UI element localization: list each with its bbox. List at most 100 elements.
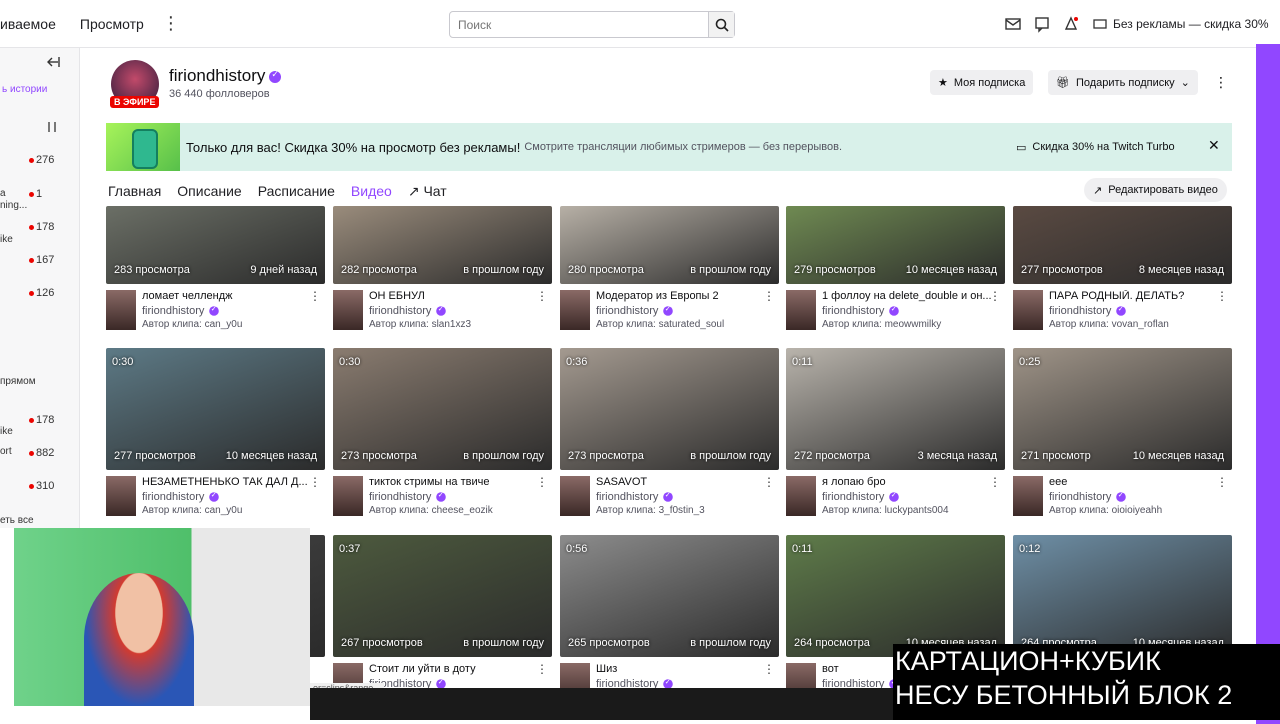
ad-free-icon xyxy=(1093,19,1107,29)
clip-channel[interactable]: firiondhistory xyxy=(142,305,220,317)
clip-more-icon[interactable]: ⋮ xyxy=(309,289,321,303)
turbo-discount-button[interactable]: ▭ Скидка 30% на Twitch Turbo xyxy=(1016,135,1175,159)
clip-channel[interactable]: firiondhistory xyxy=(369,491,447,503)
clip-more-icon[interactable]: ⋮ xyxy=(309,475,321,489)
clip-title[interactable]: 1 фоллоу на delete_double и он... xyxy=(822,290,992,302)
sidebar-channel-fragment[interactable]: ning... xyxy=(0,200,80,211)
verified-icon xyxy=(663,491,674,502)
nav-browse[interactable]: Просмотр xyxy=(80,16,144,32)
sidebar-channel-fragment[interactable]: ike xyxy=(0,426,80,437)
clip-channel-avatar[interactable] xyxy=(106,476,136,516)
clip-channel[interactable]: firiondhistory xyxy=(822,491,900,503)
clip-title[interactable]: ПАРА РОДНЫЙ. ДЕЛАТЬ? xyxy=(1049,290,1219,302)
subscription-button[interactable]: ★ Моя подписка xyxy=(930,70,1034,95)
search-button[interactable] xyxy=(708,12,734,37)
clip-channel-avatar[interactable] xyxy=(786,663,816,688)
clip-channel-avatar[interactable] xyxy=(560,663,590,688)
whispers-icon[interactable] xyxy=(1033,15,1051,33)
tab-about[interactable]: Описание xyxy=(177,183,241,203)
clip-thumbnail[interactable]: 0:36 273 просмотра в прошлом году xyxy=(560,348,779,470)
clip-title[interactable]: Шиз xyxy=(596,663,766,675)
inbox-icon[interactable] xyxy=(1004,15,1022,33)
clip-channel-avatar[interactable] xyxy=(560,476,590,516)
clip-more-icon[interactable]: ⋮ xyxy=(989,475,1001,489)
clip-title[interactable]: я лопаю бро xyxy=(822,476,992,488)
clip-thumbnail[interactable]: 0:11 264 просмотра 10 месяцев назад xyxy=(786,535,1005,657)
clip-channel[interactable]: firiondhistory xyxy=(596,491,674,503)
clip-thumbnail[interactable]: 0:30 273 просмотра в прошлом году xyxy=(333,348,552,470)
clip-thumbnail[interactable]: 0:56 265 просмотров в прошлом году xyxy=(560,535,779,657)
clip-channel[interactable]: firiondhistory xyxy=(1049,491,1127,503)
sidebar-label-stories[interactable]: ь истории xyxy=(2,84,82,95)
close-icon[interactable]: ✕ xyxy=(1208,137,1220,154)
clip-title[interactable]: Стоит ли уйти в доту xyxy=(369,663,539,675)
more-menu-icon[interactable]: ⋮ xyxy=(162,13,180,34)
collapse-sidebar-icon[interactable] xyxy=(46,56,60,68)
clip-channel[interactable]: firiondhistory xyxy=(369,305,447,317)
clip-channel-avatar[interactable] xyxy=(1013,290,1043,330)
clip-channel-avatar[interactable] xyxy=(333,290,363,330)
clip-title[interactable]: ломает челлендж xyxy=(142,290,312,302)
tab-videos[interactable]: Видео xyxy=(351,183,392,203)
clip-more-icon[interactable]: ⋮ xyxy=(763,289,775,303)
sort-icon[interactable] xyxy=(46,120,58,134)
clip-channel-avatar[interactable] xyxy=(106,290,136,330)
verified-icon xyxy=(269,69,282,83)
clip-channel[interactable]: firiondhistory xyxy=(1049,305,1127,317)
clip-thumbnail[interactable]: 283 просмотра 9 дней назад xyxy=(106,206,325,284)
clip-channel-avatar[interactable] xyxy=(560,290,590,330)
clip-thumbnail[interactable]: 0:37 267 просмотров в прошлом году xyxy=(333,535,552,657)
tab-schedule[interactable]: Расписание xyxy=(258,183,335,203)
clip-more-icon[interactable]: ⋮ xyxy=(763,475,775,489)
clip-title[interactable]: НЕЗАМЕТНЕНЬКО ТАК ДАЛ Д... xyxy=(142,476,312,488)
tab-chat[interactable]: ↗ Чат xyxy=(408,183,447,203)
clip-more-icon[interactable]: ⋮ xyxy=(536,475,548,489)
clip-thumbnail[interactable]: 282 просмотра в прошлом году xyxy=(333,206,552,284)
clip-channel[interactable]: firiondhistory xyxy=(822,678,900,688)
clip-duration: 0:30 xyxy=(112,356,134,368)
tab-home[interactable]: Главная xyxy=(108,183,161,203)
nav-following[interactable]: иваемое xyxy=(0,16,56,32)
clip-channel[interactable]: firiondhistory xyxy=(596,305,674,317)
clip-more-icon[interactable]: ⋮ xyxy=(536,289,548,303)
clip-channel-avatar[interactable] xyxy=(786,290,816,330)
clip-channel[interactable]: firiondhistory xyxy=(142,491,220,503)
clip-thumbnail[interactable]: 280 просмотра в прошлом году xyxy=(560,206,779,284)
clip-more-icon[interactable]: ⋮ xyxy=(536,662,548,676)
clip-thumbnail[interactable]: 0:11 272 просмотра 3 месяца назад xyxy=(786,348,1005,470)
gift-subscription-label: Подарить подписку xyxy=(1075,76,1175,89)
channel-more-icon[interactable]: ⋮ xyxy=(1214,74,1228,91)
clip-age: в прошлом году xyxy=(690,450,771,462)
prime-crown-icon[interactable] xyxy=(1062,15,1080,33)
clip-more-icon[interactable]: ⋮ xyxy=(1216,289,1228,303)
clip-channel-avatar[interactable] xyxy=(1013,476,1043,516)
clip-thumbnail[interactable]: 0:25 271 просмотр 10 месяцев назад xyxy=(1013,348,1232,470)
clip-more-icon[interactable]: ⋮ xyxy=(989,289,1001,303)
clip-channel[interactable]: firiondhistory xyxy=(822,305,900,317)
edit-videos-button[interactable]: ↗ Редактировать видео xyxy=(1084,178,1227,202)
clip-title[interactable]: ОН ЕБНУЛ xyxy=(369,290,539,302)
gift-subscription-button[interactable]: 🎁︎ Подарить подписку ⌄ xyxy=(1048,70,1198,95)
clip-title[interactable]: Модератор из Европы 2 xyxy=(596,290,766,302)
clip-thumbnail[interactable]: 277 просмотров 8 месяцев назад xyxy=(1013,206,1232,284)
channel-name[interactable]: firiondhistory xyxy=(169,66,282,86)
clip-channel[interactable]: firiondhistory xyxy=(596,678,674,688)
clip-thumbnail[interactable]: 0:30 277 просмотров 10 месяцев назад xyxy=(106,348,325,470)
clip-thumbnail[interactable]: 279 просмотров 10 месяцев назад xyxy=(786,206,1005,284)
sidebar-channel-fragment[interactable]: ike xyxy=(0,234,80,245)
clip-more-icon[interactable]: ⋮ xyxy=(1216,475,1228,489)
clip-channel-avatar[interactable] xyxy=(786,476,816,516)
clip-meta: ломает челлендж firiondhistory Автор клипа… xyxy=(106,289,325,334)
clip-title[interactable]: SASAVOT xyxy=(596,476,766,488)
clip-title[interactable]: тикток стримы на твиче xyxy=(369,476,539,488)
turbo-promo-button[interactable]: Без рекламы — скидка 30% xyxy=(1093,12,1269,36)
sidebar-show-all[interactable]: еть все xyxy=(0,515,80,526)
clip-title[interactable]: еее xyxy=(1049,476,1219,488)
search-input[interactable] xyxy=(450,12,708,37)
clip-more-icon[interactable]: ⋮ xyxy=(763,662,775,676)
verified-icon xyxy=(889,491,900,502)
clip-thumbnail[interactable]: 0:12 264 просмотра 10 месяцев назад xyxy=(1013,535,1232,657)
sidebar-channel-fragment[interactable]: ort xyxy=(0,446,80,457)
clip-views: 272 просмотра xyxy=(794,450,870,462)
clip-channel-avatar[interactable] xyxy=(333,476,363,516)
